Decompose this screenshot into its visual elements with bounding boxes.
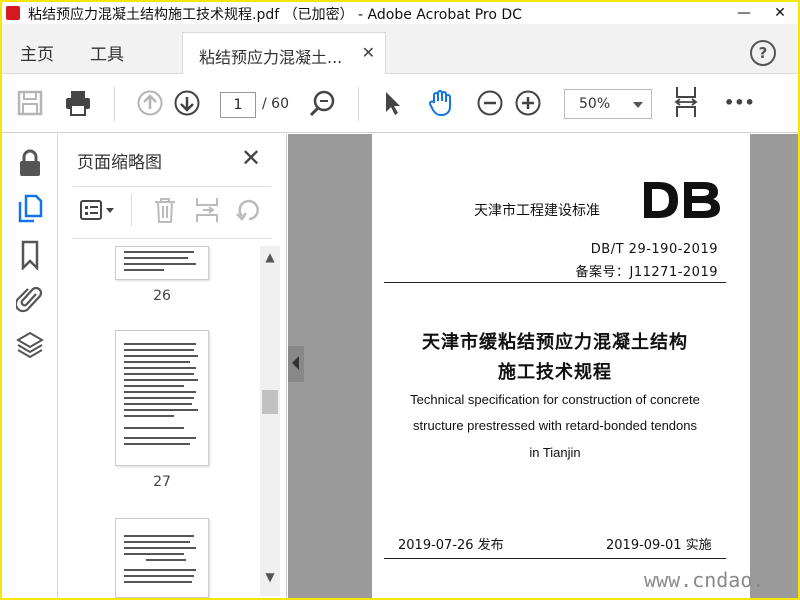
- db-logo: [644, 182, 720, 218]
- home-menu[interactable]: 主页: [20, 40, 54, 65]
- previous-page-icon[interactable]: [136, 89, 164, 117]
- title-bar: 粘结预应力混凝土结构施工技术规程.pdf （已加密） - Adobe Acrob…: [2, 2, 798, 24]
- scroll-up-icon[interactable]: ▲: [260, 250, 280, 264]
- english-title-line3: in Tianjin: [529, 445, 581, 460]
- page-total-label: / 60: [262, 96, 289, 112]
- scroll-down-icon[interactable]: ▼: [260, 570, 280, 584]
- page-thumbnail[interactable]: [115, 330, 209, 466]
- zoom-in-icon[interactable]: [514, 89, 542, 117]
- document-title-line1: 天津市缓粘结预应力混凝土结构: [422, 332, 688, 353]
- watermark-text: www.cndao.: [644, 568, 765, 592]
- print-icon[interactable]: [64, 89, 92, 117]
- panel-close-icon[interactable]: ✕: [241, 144, 261, 172]
- hand-tool-icon[interactable]: [426, 89, 454, 117]
- pdf-page: 天津市工程建设标准 DB/T 29-190-2019 备案号：J11271-20…: [372, 134, 750, 598]
- delete-page-icon[interactable]: [151, 196, 179, 224]
- panel-title: 页面缩略图: [77, 153, 162, 173]
- close-window-button[interactable]: ✕: [762, 2, 798, 24]
- toolbar-divider: [358, 87, 359, 121]
- zoom-level-dropdown[interactable]: 50%: [564, 89, 652, 119]
- acrobat-window: 粘结预应力混凝土结构施工技术规程.pdf （已加密） - Adobe Acrob…: [2, 2, 798, 598]
- thumbnail-page-number: 27: [153, 474, 171, 490]
- acrobat-app-icon: [6, 6, 20, 20]
- insert-page-icon[interactable]: [193, 196, 221, 224]
- thumbnail-scrollbar[interactable]: ▲ ▼: [260, 246, 280, 596]
- more-tools-button[interactable]: •••: [724, 93, 755, 112]
- footer-rule: [384, 558, 726, 559]
- publish-date: 2019-07-26 发布: [398, 538, 504, 553]
- attachment-icon[interactable]: [16, 284, 44, 314]
- window-title: 粘结预应力混凝土结构施工技术规程.pdf （已加密） - Adobe Acrob…: [28, 7, 522, 23]
- bookmark-icon[interactable]: [16, 240, 44, 270]
- save-icon[interactable]: [16, 89, 44, 117]
- page-number-input[interactable]: 1: [220, 92, 256, 118]
- minimize-button[interactable]: —: [726, 2, 762, 24]
- toolbar: 1 / 60 50% •••: [2, 75, 798, 133]
- document-title-line2: 施工技术规程: [498, 362, 612, 383]
- chevron-left-icon: [292, 356, 299, 370]
- document-tab[interactable]: 粘结预应力混凝土... ✕: [182, 32, 386, 74]
- zoom-level-value: 50%: [579, 96, 611, 112]
- english-title-line1: Technical specification for construction…: [410, 392, 700, 407]
- english-title-line2: structure prestressed with retard-bonded…: [413, 418, 697, 433]
- rotate-page-icon[interactable]: [235, 196, 263, 224]
- select-cursor-icon[interactable]: [378, 89, 406, 117]
- thumbnail-page-number: 26: [153, 288, 171, 304]
- chevron-down-icon: [633, 102, 643, 108]
- page-thumbnails-icon[interactable]: [16, 194, 44, 224]
- panel-divider: [73, 238, 271, 239]
- menu-tab-row: 主页 工具 粘结预应力混凝土... ✕ ?: [2, 24, 798, 74]
- thumbnail-options-icon[interactable]: [79, 198, 119, 222]
- help-icon[interactable]: ?: [750, 40, 776, 66]
- zoom-out-icon[interactable]: [476, 89, 504, 117]
- fit-page-icon[interactable]: [672, 85, 700, 119]
- standard-name: 天津市工程建设标准: [474, 203, 600, 219]
- scrollbar-thumb[interactable]: [262, 390, 278, 414]
- page-thumbnail[interactable]: [115, 246, 209, 280]
- tools-menu[interactable]: 工具: [90, 40, 124, 65]
- tab-close-icon[interactable]: ✕: [362, 43, 375, 62]
- zoom-search-icon[interactable]: [308, 89, 336, 117]
- effective-date: 2019-09-01 实施: [606, 538, 712, 553]
- left-navigation-rail: [2, 134, 58, 598]
- next-page-icon[interactable]: [173, 89, 201, 117]
- document-view: 天津市工程建设标准 DB/T 29-190-2019 备案号：J11271-20…: [288, 134, 798, 598]
- page-thumbnail[interactable]: [115, 518, 209, 598]
- lock-icon[interactable]: [16, 148, 44, 178]
- collapse-panel-button[interactable]: [288, 346, 304, 382]
- page-thumbnails-panel: 页面缩略图 ✕ 26 27 ▲ ▼: [59, 134, 287, 598]
- panel-divider: [73, 186, 271, 187]
- panel-toolbar-divider: [131, 194, 132, 226]
- record-number: 备案号：J11271-2019: [575, 265, 718, 280]
- toolbar-divider: [114, 87, 115, 121]
- standard-code: DB/T 29-190-2019: [590, 242, 718, 257]
- document-tab-label: 粘结预应力混凝土...: [199, 48, 343, 67]
- header-rule: [384, 282, 726, 283]
- layers-icon[interactable]: [16, 330, 44, 360]
